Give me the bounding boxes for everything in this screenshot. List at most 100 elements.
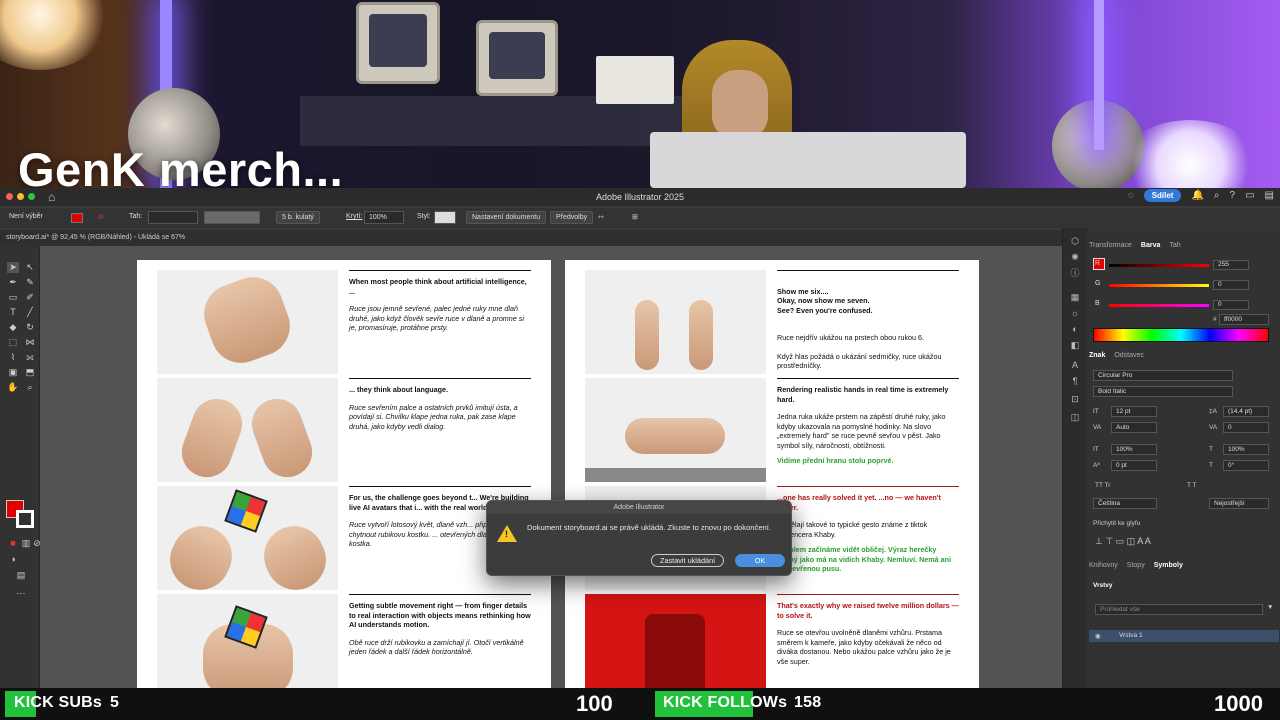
snap-to-glyph-label: Přichytit ke glyfu	[1093, 520, 1141, 527]
font-style-select[interactable]: Bold Italic	[1093, 386, 1233, 397]
help-icon[interactable]: ?	[1230, 190, 1236, 201]
layers-icon[interactable]: ◫	[1069, 412, 1081, 423]
tab-libraries[interactable]: Knihovny	[1089, 562, 1118, 569]
tab-paragraph[interactable]: Odstavec	[1114, 352, 1144, 359]
opacity-field[interactable]: 100%	[364, 211, 404, 224]
underline-icon[interactable]: T T	[1187, 482, 1197, 489]
all-caps-icon[interactable]: TT Tr	[1095, 482, 1110, 489]
glyphs-icon[interactable]: ⊡	[1069, 394, 1081, 405]
libraries-icon[interactable]: ▦	[1069, 292, 1081, 303]
3d-icon[interactable]: ⬡	[1069, 236, 1081, 247]
red-label: R	[1095, 260, 1101, 267]
tab-brushes[interactable]: Stopy	[1127, 562, 1145, 569]
artboard-tool-icon[interactable]: ▣	[7, 367, 19, 378]
green-value[interactable]: 0	[1213, 280, 1249, 290]
stop-saving-button[interactable]: Zastavit ukládání	[651, 554, 725, 567]
info-icon[interactable]: ⓘ	[1069, 268, 1081, 279]
width-tool-icon[interactable]: ⋈	[24, 337, 36, 348]
storyboard-row: For us, the challenge goes beyond t... W…	[157, 486, 531, 590]
style-swatch[interactable]	[434, 211, 456, 224]
green-slider[interactable]: G 0	[1095, 280, 1275, 290]
leading-field[interactable]: (14,4 pt)	[1223, 406, 1269, 417]
language-select[interactable]: Čeština	[1093, 498, 1157, 509]
stroke-none-icon[interactable]: ⊘	[98, 213, 104, 221]
notification-bell-icon[interactable]: 🔔	[1191, 190, 1203, 201]
appearance-icon[interactable]: ◐	[1069, 324, 1081, 335]
preferences-button[interactable]: Předvolby	[550, 211, 594, 224]
paragraph-icon[interactable]: ¶	[1069, 376, 1081, 387]
artboard-right[interactable]: Show me six.... Okay, now show me seven.…	[565, 260, 979, 688]
tab-symbols[interactable]: Symboly	[1154, 562, 1183, 569]
snap-options-icons[interactable]: ⊥ ⊤ ▭ ◫ A A	[1095, 536, 1151, 547]
blend-tool-icon[interactable]: ⟗	[24, 352, 36, 363]
sun-icon[interactable]: ☼	[1069, 308, 1081, 319]
rotate-tool-icon[interactable]: ↻	[24, 322, 36, 333]
tab-stroke[interactable]: Tah	[1169, 242, 1180, 249]
more-tools-icon[interactable]: ⋯	[15, 588, 27, 599]
filter-icon[interactable]: ▼	[1267, 604, 1273, 611]
blue-value[interactable]: 0	[1213, 300, 1249, 310]
tab-color[interactable]: Barva	[1141, 242, 1160, 249]
workspace-icon[interactable]: ▭	[1245, 190, 1254, 201]
transform-icon[interactable]: ⊞	[632, 213, 638, 221]
dialog-title: Adobe Illustrator	[487, 501, 791, 514]
eyedropper-tool-icon[interactable]: ⌇	[7, 352, 19, 363]
antialias-select[interactable]: Nejostřejší	[1209, 498, 1269, 509]
fill-color-swatch[interactable]	[71, 213, 83, 223]
tab-character[interactable]: Znak	[1089, 352, 1105, 359]
document-tab[interactable]: storyboard.ai* @ 92,45 % (RGB/Náhled) - …	[0, 230, 1062, 246]
brush-dropdown[interactable]: 5 b. kulatý	[276, 211, 320, 224]
cloud-sync-icon[interactable]: ◌	[1128, 190, 1134, 201]
direct-selection-tool-icon[interactable]: ↖	[24, 262, 36, 273]
font-size-field[interactable]: 12 pt	[1111, 406, 1157, 417]
line-tool-icon[interactable]: ╱	[24, 307, 36, 318]
variable-width-field[interactable]	[204, 211, 260, 224]
font-family-select[interactable]: Circular Pro	[1093, 370, 1233, 381]
share-button[interactable]: Sdílet	[1143, 189, 1182, 202]
rectangle-tool-icon[interactable]: ▭	[7, 292, 19, 303]
visibility-eye-icon[interactable]: ◉	[1095, 632, 1101, 640]
screen-mode-icon[interactable]: ▤	[15, 570, 27, 581]
layers-search[interactable]: Prohledat vše	[1095, 604, 1263, 615]
opacity-label[interactable]: Krytí:	[346, 213, 362, 220]
eraser-tool-icon[interactable]: ◆	[7, 322, 19, 333]
baseline-field[interactable]: 0 pt	[1111, 460, 1157, 471]
character-icon[interactable]: A	[1069, 360, 1081, 371]
rotation-field[interactable]: 0°	[1223, 460, 1269, 471]
align-icon[interactable]: ⇿	[598, 213, 604, 221]
transparency-icon[interactable]: ◧	[1069, 340, 1081, 351]
curvature-tool-icon[interactable]: ✎	[24, 277, 36, 288]
tracking-field[interactable]: 0	[1223, 422, 1269, 433]
zoom-tool-icon[interactable]: ⌕	[24, 382, 36, 393]
red-value[interactable]: 255	[1213, 260, 1249, 270]
kerning-field[interactable]: Auto	[1111, 422, 1157, 433]
slice-tool-icon[interactable]: ⬒	[24, 367, 36, 378]
arrange-icon[interactable]: ▤	[1265, 190, 1274, 201]
red-slider[interactable]: R 255	[1095, 260, 1275, 270]
canvas-area[interactable]: When most people think about artificial …	[40, 246, 1062, 688]
draw-mode-icon[interactable]: ◑	[7, 554, 19, 565]
artboard-left[interactable]: When most people think about artificial …	[137, 260, 551, 688]
pen-tool-icon[interactable]: ✒	[7, 277, 19, 288]
horizontal-scale-field[interactable]: 100%	[1223, 444, 1269, 455]
stroke-color-box[interactable]	[16, 510, 34, 528]
vertical-scale-field[interactable]: 100%	[1111, 444, 1157, 455]
hand-tool-icon[interactable]: ✋	[7, 382, 19, 393]
scale-tool-icon[interactable]: ⬚	[7, 337, 19, 348]
blue-slider[interactable]: B 0	[1095, 300, 1275, 310]
tab-transform[interactable]: Transformace	[1089, 242, 1132, 249]
selection-tool-icon[interactable]: ➤	[7, 262, 19, 273]
stroke-weight-field[interactable]	[148, 211, 198, 224]
layer-row[interactable]: Vrstva 1	[1089, 630, 1279, 642]
search-icon[interactable]: ⌕	[1214, 190, 1220, 201]
storyboard-text: That's exactly why we raised twelve mill…	[777, 594, 959, 688]
color-icon[interactable]: ✺	[1069, 252, 1081, 263]
subs-count: 5	[110, 694, 120, 711]
type-tool-icon[interactable]: T	[7, 307, 19, 318]
paintbrush-tool-icon[interactable]: ✐	[24, 292, 36, 303]
color-spectrum[interactable]	[1093, 328, 1269, 342]
hex-field[interactable]: ff0000	[1219, 314, 1269, 325]
color-mode-icon[interactable]: ■	[7, 538, 19, 549]
ok-button[interactable]: OK	[735, 554, 785, 567]
document-setup-button[interactable]: Nastavení dokumentu	[466, 211, 547, 224]
